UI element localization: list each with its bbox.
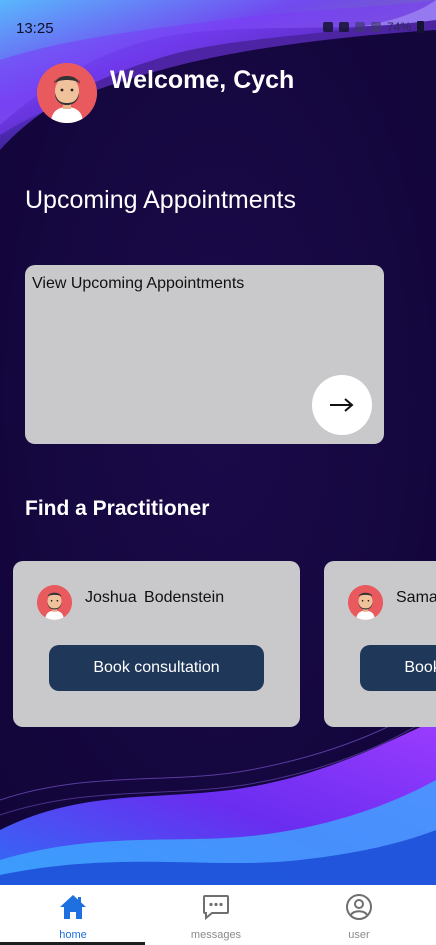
view-appointments-arrow-button[interactable] (312, 375, 372, 435)
chat-bubble-icon (203, 895, 229, 921)
nav-label-home: home (59, 929, 87, 941)
nav-label-user: user (348, 929, 370, 941)
bearded-man-avatar-icon (348, 585, 383, 620)
status-icons: 74% (322, 20, 424, 34)
home-icon (60, 895, 86, 919)
practitioner-avatar (348, 585, 383, 620)
practitioner-carousel[interactable]: Joshua Bodenstein Book consultation Sama (0, 561, 436, 731)
signal-icon (370, 22, 381, 32)
arrow-right-icon (330, 398, 354, 412)
welcome-heading: Welcome, Cych (110, 66, 295, 94)
wifi-icon (354, 22, 365, 32)
view-appointments-card[interactable]: View Upcoming Appointments (25, 265, 384, 444)
practitioner-avatar (37, 585, 72, 620)
bottom-navigation: home messages user (0, 885, 436, 945)
bearded-man-avatar-icon (37, 63, 97, 123)
find-practitioner-title: Find a Practitioner (25, 497, 210, 520)
book-consultation-button[interactable]: Book consultation (49, 645, 264, 691)
lock-icon (322, 22, 333, 32)
status-bar: 13:25 74% (0, 0, 436, 58)
nav-item-home[interactable]: home (18, 885, 128, 945)
avatar[interactable] (37, 63, 97, 123)
user-circle-icon (346, 894, 372, 920)
upcoming-appointments-title: Upcoming Appointments (25, 186, 296, 214)
status-time: 13:25 (16, 20, 54, 37)
practitioner-name: Joshua Bodenstein (85, 589, 225, 606)
notification-icon (338, 22, 349, 32)
practitioner-card[interactable]: Joshua Bodenstein Book consultation (13, 561, 300, 727)
practitioner-name: Sama (396, 589, 436, 606)
nav-item-messages[interactable]: messages (161, 885, 271, 945)
view-appointments-label: View Upcoming Appointments (32, 275, 245, 292)
battery-percent: 74% (386, 20, 411, 34)
home-screen: 13:25 74% Welcome, Cych Upcoming Appoint… (0, 0, 436, 945)
book-consultation-button[interactable]: Book consultation (360, 645, 436, 691)
nav-label-messages: messages (190, 929, 242, 941)
practitioner-card[interactable]: Sama Book consultation (324, 561, 436, 727)
bearded-man-avatar-icon (37, 585, 72, 620)
battery-icon (417, 21, 424, 33)
nav-item-user[interactable]: user (304, 885, 414, 945)
